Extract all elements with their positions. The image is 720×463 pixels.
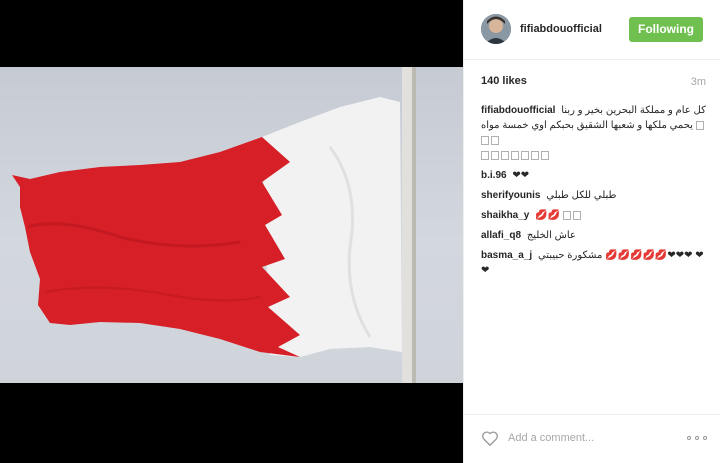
- comment-item: allafi_q8 عاش الخليج: [481, 228, 706, 243]
- comment-username[interactable]: allafi_q8: [481, 230, 521, 241]
- emoji-placeholders-row: [481, 150, 551, 161]
- flag-white-band: [262, 97, 402, 357]
- caption-username[interactable]: fifiabdouofficial: [481, 105, 555, 116]
- following-button[interactable]: Following: [629, 17, 703, 42]
- heart-outline-icon[interactable]: [481, 430, 499, 447]
- comment-text: عاش الخليج: [526, 230, 576, 241]
- comment-item: b.i.96 ❤❤: [481, 168, 706, 183]
- comment-bar: [464, 414, 720, 463]
- post-sidebar: fifiabdouofficial Following 140 likes 3m…: [463, 0, 720, 463]
- post-header: fifiabdouofficial Following: [464, 0, 720, 60]
- bahrain-flag-photo: [0, 67, 463, 383]
- post-media[interactable]: [0, 0, 463, 463]
- avatar[interactable]: [481, 14, 511, 44]
- comment-item: sherifyounis طبلي للكل طبلي: [481, 188, 706, 203]
- avatar-image: [481, 14, 511, 44]
- add-comment-input[interactable]: [508, 428, 678, 448]
- likes-count[interactable]: 140 likes: [481, 75, 527, 87]
- emoji-placeholders: [562, 210, 583, 221]
- flag-red-band: [12, 137, 300, 357]
- more-options-icon[interactable]: [687, 436, 707, 442]
- comment-username[interactable]: basma_a_j: [481, 250, 532, 261]
- comment-item: basma_a_j مشكورة حبيبتي 💋💋💋💋💋❤❤❤ ❤❤: [481, 248, 706, 278]
- comment-text: 💋💋: [535, 210, 561, 221]
- comment-text: ❤❤: [512, 170, 530, 181]
- comment-username[interactable]: b.i.96: [481, 170, 507, 181]
- comment-item: shaikha_y 💋💋: [481, 208, 706, 223]
- comment-text: طبلي للكل طبلي: [546, 190, 617, 201]
- flag-illustration: [12, 67, 416, 383]
- username-link[interactable]: fifiabdouofficial: [520, 23, 602, 35]
- caption: fifiabdouofficial كل عام و مملكة البحرين…: [481, 103, 706, 163]
- comment-username[interactable]: shaikha_y: [481, 210, 529, 221]
- comments-list: fifiabdouofficial كل عام و مملكة البحرين…: [481, 103, 706, 283]
- comment-username[interactable]: sherifyounis: [481, 190, 540, 201]
- instagram-post: fifiabdouofficial Following 140 likes 3m…: [0, 0, 720, 463]
- post-time[interactable]: 3m: [691, 76, 706, 88]
